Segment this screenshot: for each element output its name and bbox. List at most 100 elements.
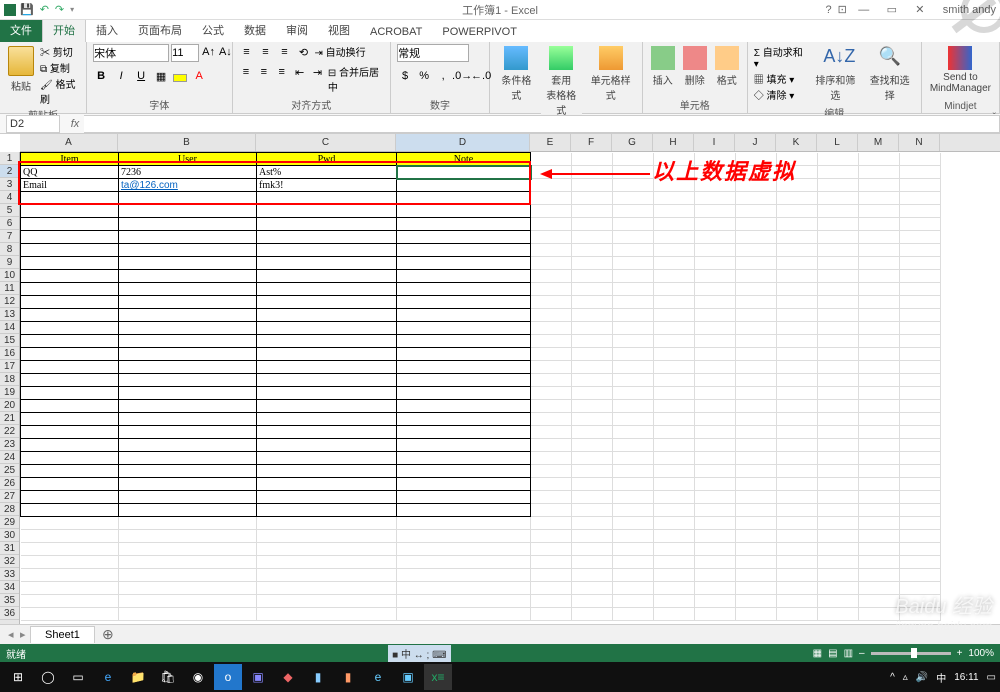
cell-K35[interactable] [777, 595, 818, 608]
cell-E1[interactable] [531, 153, 572, 166]
new-sheet-button[interactable]: ⊕ [99, 626, 117, 644]
cell-I15[interactable] [695, 335, 736, 348]
row-header-13[interactable]: 13 [0, 308, 19, 321]
paste-button[interactable]: 粘贴 [6, 44, 36, 95]
cell-C27[interactable] [257, 491, 397, 504]
row-header-4[interactable]: 4 [0, 191, 19, 204]
cell-D32[interactable] [397, 556, 531, 569]
cell-L30[interactable] [818, 530, 859, 543]
start-button[interactable]: ⊞ [4, 664, 32, 690]
cell-N1[interactable] [900, 153, 941, 166]
col-header-A[interactable]: A [20, 134, 118, 151]
cell-N12[interactable] [900, 296, 941, 309]
cell-K29[interactable] [777, 517, 818, 530]
cell-G7[interactable] [613, 231, 654, 244]
cell-N23[interactable] [900, 439, 941, 452]
col-header-D[interactable]: D [396, 134, 530, 151]
cell-K7[interactable] [777, 231, 818, 244]
cell-J22[interactable] [736, 426, 777, 439]
cell-M4[interactable] [859, 192, 900, 205]
cell-J7[interactable] [736, 231, 777, 244]
cell-A36[interactable] [21, 608, 119, 621]
cell-C36[interactable] [257, 608, 397, 621]
cell-G29[interactable] [613, 517, 654, 530]
cell-C20[interactable] [257, 400, 397, 413]
cell-D31[interactable] [397, 543, 531, 556]
cell-H14[interactable] [654, 322, 695, 335]
cell-N16[interactable] [900, 348, 941, 361]
cell-I24[interactable] [695, 452, 736, 465]
cell-J23[interactable] [736, 439, 777, 452]
row-header-28[interactable]: 28 [0, 503, 19, 516]
cell-M32[interactable] [859, 556, 900, 569]
cell-M36[interactable] [859, 608, 900, 621]
cell-I30[interactable] [695, 530, 736, 543]
cell-I36[interactable] [695, 608, 736, 621]
cell-I18[interactable] [695, 374, 736, 387]
cell-N33[interactable] [900, 569, 941, 582]
cell-F25[interactable] [572, 465, 613, 478]
tab-review[interactable]: 审阅 [276, 18, 318, 42]
cell-J29[interactable] [736, 517, 777, 530]
cell-H30[interactable] [654, 530, 695, 543]
explorer-icon[interactable]: 📁 [124, 664, 152, 690]
row-header-19[interactable]: 19 [0, 386, 19, 399]
cells-table[interactable]: ItemUserPwdNoteQQ7236Ast%Emailta@126.com… [20, 152, 941, 621]
cell-K18[interactable] [777, 374, 818, 387]
cell-E20[interactable] [531, 400, 572, 413]
cell-J33[interactable] [736, 569, 777, 582]
cell-A34[interactable] [21, 582, 119, 595]
tray-up-icon[interactable]: ^ [890, 672, 895, 683]
teams-icon[interactable]: ▣ [244, 664, 272, 690]
cell-K6[interactable] [777, 218, 818, 231]
cell-G13[interactable] [613, 309, 654, 322]
row-header-20[interactable]: 20 [0, 399, 19, 412]
format-cells-button[interactable]: 格式 [713, 44, 741, 89]
cell-C4[interactable] [257, 192, 397, 205]
cell-I8[interactable] [695, 244, 736, 257]
restore-button[interactable]: ▭ [881, 3, 903, 17]
cut-button[interactable]: ✂ 剪切 [40, 44, 80, 59]
cell-A8[interactable] [21, 244, 119, 257]
cell-I26[interactable] [695, 478, 736, 491]
row-header-14[interactable]: 14 [0, 321, 19, 334]
zoom-slider[interactable] [871, 652, 951, 655]
row-header-5[interactable]: 5 [0, 204, 19, 217]
cell-F28[interactable] [572, 504, 613, 517]
cell-M35[interactable] [859, 595, 900, 608]
cell-H34[interactable] [654, 582, 695, 595]
cell-E12[interactable] [531, 296, 572, 309]
cell-E10[interactable] [531, 270, 572, 283]
cell-F12[interactable] [572, 296, 613, 309]
cell-I27[interactable] [695, 491, 736, 504]
cell-G35[interactable] [613, 595, 654, 608]
cell-G20[interactable] [613, 400, 654, 413]
cell-M6[interactable] [859, 218, 900, 231]
cell-E23[interactable] [531, 439, 572, 452]
cell-B23[interactable] [119, 439, 257, 452]
comma-icon[interactable]: , [435, 68, 451, 84]
col-header-L[interactable]: L [817, 134, 858, 151]
col-header-H[interactable]: H [653, 134, 694, 151]
zoom-level[interactable]: 100% [968, 648, 994, 659]
fill-color-button[interactable] [173, 74, 187, 82]
tab-layout[interactable]: 页面布局 [128, 18, 192, 42]
row-header-16[interactable]: 16 [0, 347, 19, 360]
cell-H5[interactable] [654, 205, 695, 218]
cell-I31[interactable] [695, 543, 736, 556]
cell-J31[interactable] [736, 543, 777, 556]
cell-K25[interactable] [777, 465, 818, 478]
cell-F2[interactable] [572, 166, 613, 179]
cell-J17[interactable] [736, 361, 777, 374]
cell-M11[interactable] [859, 283, 900, 296]
cell-L35[interactable] [818, 595, 859, 608]
cell-G25[interactable] [613, 465, 654, 478]
app-icon[interactable]: ◆ [274, 664, 302, 690]
cell-L29[interactable] [818, 517, 859, 530]
ie-icon[interactable]: e [364, 664, 392, 690]
cell-D4[interactable] [397, 192, 531, 205]
cell-B36[interactable] [119, 608, 257, 621]
cell-I35[interactable] [695, 595, 736, 608]
cell-B33[interactable] [119, 569, 257, 582]
cell-N8[interactable] [900, 244, 941, 257]
